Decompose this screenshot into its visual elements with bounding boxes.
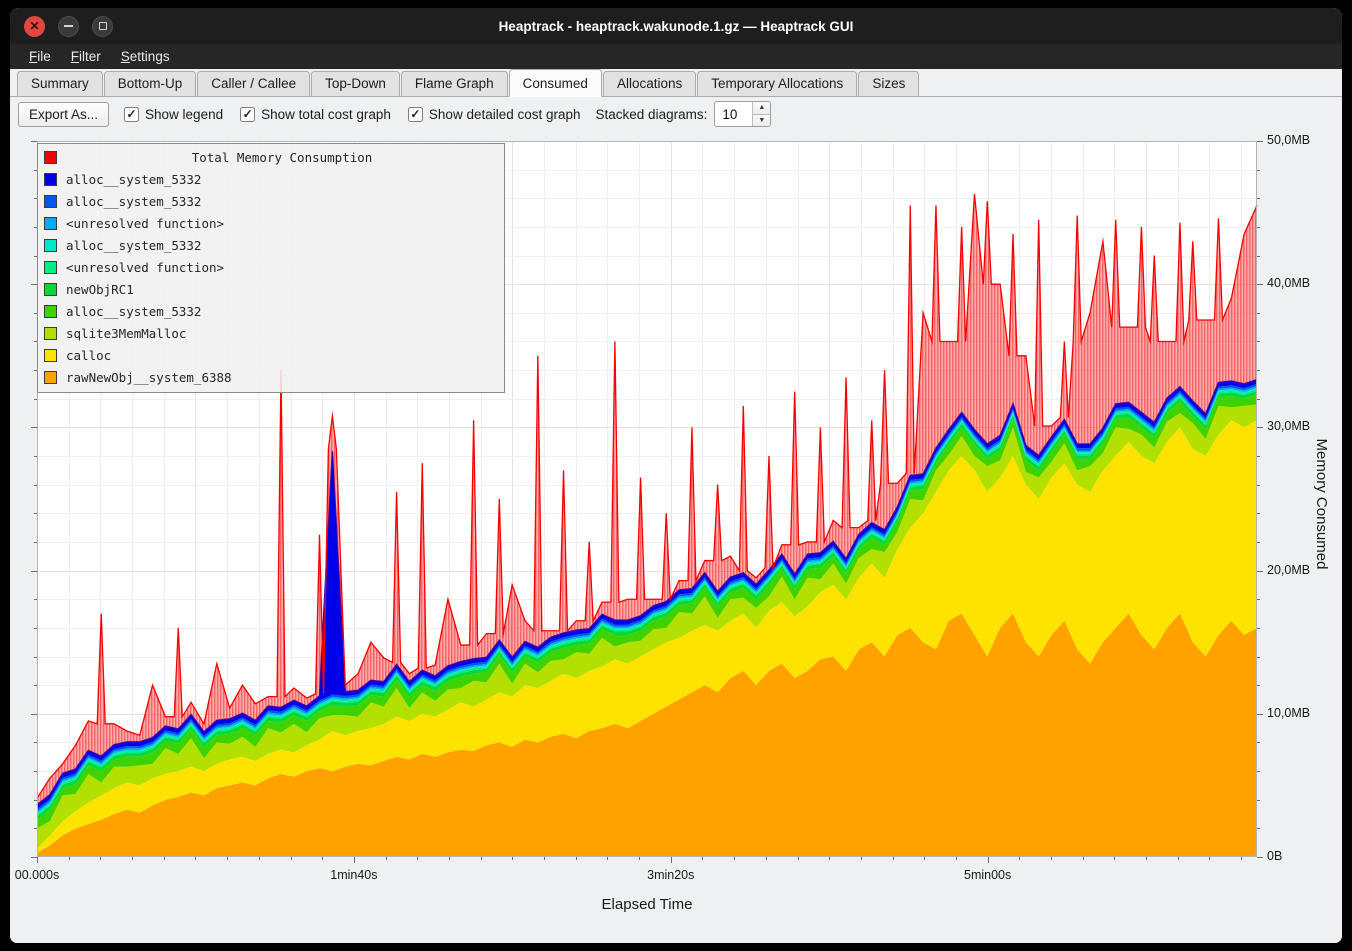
legend-label: alloc__system_5332 xyxy=(66,238,201,253)
window-controls: ✕ xyxy=(24,8,113,44)
y-tick-label: 40,0MB xyxy=(1267,276,1310,290)
legend-item: alloc__system_5332 xyxy=(44,190,498,212)
checkbox-box: ✓ xyxy=(408,107,423,122)
toolbar: Export As... ✓ Show legend ✓ Show total cos… xyxy=(10,97,1342,130)
maximize-icon xyxy=(99,22,107,30)
legend-swatch xyxy=(44,173,57,186)
legend-label: <unresolved function> xyxy=(66,260,224,275)
legend-item: <unresolved function> xyxy=(44,212,498,234)
menu-settings[interactable]: Settings xyxy=(112,47,179,66)
x-tick-label: 00.000s xyxy=(15,868,59,882)
stacked-diagrams-value[interactable]: 10 xyxy=(715,102,752,126)
legend-label: newObjRC1 xyxy=(66,282,134,297)
y-tick-label: 30,0MB xyxy=(1267,419,1310,433)
tab-caller-callee[interactable]: Caller / Callee xyxy=(197,71,310,96)
legend-item: <unresolved function> xyxy=(44,256,498,278)
stacked-diagrams-spinbox[interactable]: 10 ▲ ▼ xyxy=(714,101,771,127)
minimize-button[interactable] xyxy=(58,16,79,37)
legend-title-row: Total Memory Consumption xyxy=(44,146,498,168)
chart-region: Total Memory Consumption alloc__system_53… xyxy=(10,130,1342,943)
tab-bar: SummaryBottom-UpCaller / CalleeTop-DownF… xyxy=(10,69,1342,97)
spinner-buttons: ▲ ▼ xyxy=(752,102,770,126)
tab-top-down[interactable]: Top-Down xyxy=(311,71,400,96)
stacked-diagrams-group: Stacked diagrams: 10 ▲ ▼ xyxy=(596,101,772,127)
y-tick-label: 10,0MB xyxy=(1267,706,1310,720)
x-tick-label: 5min00s xyxy=(964,868,1011,882)
checkbox-label: Show legend xyxy=(145,107,223,122)
tab-sizes[interactable]: Sizes xyxy=(858,71,919,96)
menu-file[interactable]: File xyxy=(20,47,60,66)
legend-label: rawNewObj__system_6388 xyxy=(66,370,232,385)
y-tick-label: 0B xyxy=(1267,849,1282,863)
legend-swatch xyxy=(44,195,57,208)
chart-legend: Total Memory Consumption alloc__system_53… xyxy=(37,143,505,393)
legend-label: sqlite3MemMalloc xyxy=(66,326,186,341)
checkbox-show-legend[interactable]: ✓ Show legend xyxy=(124,107,223,122)
window-title: Heaptrack - heaptrack.wakunode.1.gz — He… xyxy=(499,19,854,34)
legend-swatch xyxy=(44,283,57,296)
y-tick-label: 50,0MB xyxy=(1267,133,1310,147)
close-button[interactable]: ✕ xyxy=(24,16,45,37)
legend-label: calloc xyxy=(66,348,111,363)
legend-item: rawNewObj__system_6388 xyxy=(44,366,498,388)
checkbox-label: Show detailed cost graph xyxy=(429,107,581,122)
legend-label: alloc__system_5332 xyxy=(66,194,201,209)
tab-flame-graph[interactable]: Flame Graph xyxy=(401,71,508,96)
minimize-icon xyxy=(64,25,73,27)
tab-allocations[interactable]: Allocations xyxy=(603,71,696,96)
checkbox-box: ✓ xyxy=(240,107,255,122)
tab-temporary-allocations[interactable]: Temporary Allocations xyxy=(697,71,857,96)
tab-bottom-up[interactable]: Bottom-Up xyxy=(104,71,197,96)
checkbox-box: ✓ xyxy=(124,107,139,122)
x-axis-label: Elapsed Time xyxy=(602,896,693,913)
checkbox-group: ✓ Show legend ✓ Show total cost graph ✓ Show … xyxy=(124,107,581,122)
close-icon: ✕ xyxy=(29,20,39,32)
legend-item: alloc__system_5332 xyxy=(44,168,498,190)
menu-filter[interactable]: Filter xyxy=(62,47,110,66)
legend-label: alloc__system_5332 xyxy=(66,172,201,187)
legend-item: alloc__system_5332 xyxy=(44,300,498,322)
y-axis-label: Memory Consumed xyxy=(1313,439,1330,570)
legend-item: sqlite3MemMalloc xyxy=(44,322,498,344)
spin-down-button[interactable]: ▼ xyxy=(753,114,770,127)
stacked-diagrams-label: Stacked diagrams: xyxy=(596,107,708,122)
checkbox-label: Show total cost graph xyxy=(261,107,391,122)
checkbox-show-total-cost-graph[interactable]: ✓ Show total cost graph xyxy=(240,107,391,122)
legend-item: newObjRC1 xyxy=(44,278,498,300)
legend-label: alloc__system_5332 xyxy=(66,304,201,319)
legend-label: <unresolved function> xyxy=(66,216,224,231)
x-tick-label: 3min20s xyxy=(647,868,694,882)
legend-swatch xyxy=(44,305,57,318)
legend-swatch xyxy=(44,239,57,252)
legend-swatch xyxy=(44,217,57,230)
legend-swatch xyxy=(44,151,57,164)
legend-item: alloc__system_5332 xyxy=(44,234,498,256)
app-window: ✕ Heaptrack - heaptrack.wakunode.1.gz — … xyxy=(10,8,1342,943)
export-as-button[interactable]: Export As... xyxy=(18,102,109,127)
legend-swatch xyxy=(44,349,57,362)
legend-swatch xyxy=(44,371,57,384)
y-tick-label: 20,0MB xyxy=(1267,563,1310,577)
legend-item: calloc xyxy=(44,344,498,366)
legend-label: Total Memory Consumption xyxy=(66,150,498,165)
maximize-button[interactable] xyxy=(92,16,113,37)
tab-consumed[interactable]: Consumed xyxy=(509,69,602,97)
spin-up-button[interactable]: ▲ xyxy=(753,102,770,114)
tab-summary[interactable]: Summary xyxy=(17,71,103,96)
menubar: File Filter Settings xyxy=(10,44,1342,69)
legend-swatch xyxy=(44,261,57,274)
checkbox-show-detailed-cost-graph[interactable]: ✓ Show detailed cost graph xyxy=(408,107,581,122)
legend-swatch xyxy=(44,327,57,340)
x-tick-label: 1min40s xyxy=(330,868,377,882)
titlebar[interactable]: ✕ Heaptrack - heaptrack.wakunode.1.gz — … xyxy=(10,8,1342,44)
